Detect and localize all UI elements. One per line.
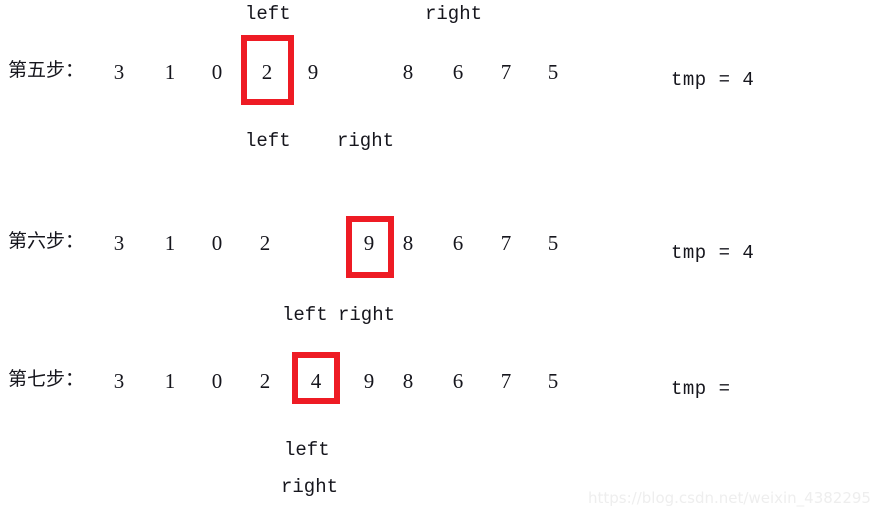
row3-cell-9: 5 — [547, 369, 559, 393]
row3-cell-7: 6 — [452, 369, 464, 393]
row2-cell-4: 9 — [363, 231, 375, 255]
row1-cell-1: 1 — [164, 60, 176, 84]
row1-tmp-value: tmp = 4 — [671, 69, 755, 91]
row3-cell-4: 4 — [310, 369, 322, 393]
row1-cell-5: 8 — [402, 60, 414, 84]
row3-pointer-right-top: right — [338, 304, 396, 326]
row1-cell-6: 6 — [452, 60, 464, 84]
row1-pointer-left: left — [245, 3, 291, 25]
row1-cell-4: 9 — [307, 60, 319, 84]
row3-pointer-left-bottom: left — [284, 439, 330, 461]
row1-cell-0: 3 — [113, 60, 125, 84]
row2-cell-8: 5 — [547, 231, 559, 255]
row2-cell-5: 8 — [402, 231, 414, 255]
csdn-watermark: https://blog.csdn.net/weixin_43822955 — [588, 489, 870, 507]
row1-cell-7: 7 — [500, 60, 512, 84]
row3-cell-0: 3 — [113, 369, 125, 393]
row2-step-label: 第六步： — [8, 230, 85, 252]
row2-cell-3: 2 — [259, 231, 271, 255]
row3-pointer-right-bottom: right — [281, 476, 339, 498]
row2-pointer-left: left — [245, 130, 291, 152]
row2-cell-0: 3 — [113, 231, 125, 255]
row3-cell-6: 8 — [402, 369, 414, 393]
row1-cell-2: 0 — [211, 60, 223, 84]
row3-cell-8: 7 — [500, 369, 512, 393]
row3-pointer-left-top: left — [282, 304, 328, 326]
row1-pointer-right: right — [425, 3, 483, 25]
row2-cell-7: 7 — [500, 231, 512, 255]
row2-cell-2: 0 — [211, 231, 223, 255]
row3-cell-1: 1 — [164, 369, 176, 393]
row3-step-label: 第七步： — [8, 368, 85, 390]
row1-cell-3: 2 — [261, 60, 273, 84]
row3-cell-2: 0 — [211, 369, 223, 393]
row3-cell-5: 9 — [363, 369, 375, 393]
row2-pointer-right: right — [337, 130, 395, 152]
row3-cell-3: 2 — [259, 369, 271, 393]
row2-cell-6: 6 — [452, 231, 464, 255]
row1-step-label: 第五步： — [8, 59, 85, 81]
row2-tmp-value: tmp = 4 — [671, 242, 755, 264]
row1-cell-8: 5 — [547, 60, 559, 84]
figure-canvas: left right 第五步： 3 1 0 2 9 8 6 7 5 tmp = … — [0, 0, 870, 516]
row2-cell-1: 1 — [164, 231, 176, 255]
row3-tmp-value: tmp = — [671, 378, 731, 400]
